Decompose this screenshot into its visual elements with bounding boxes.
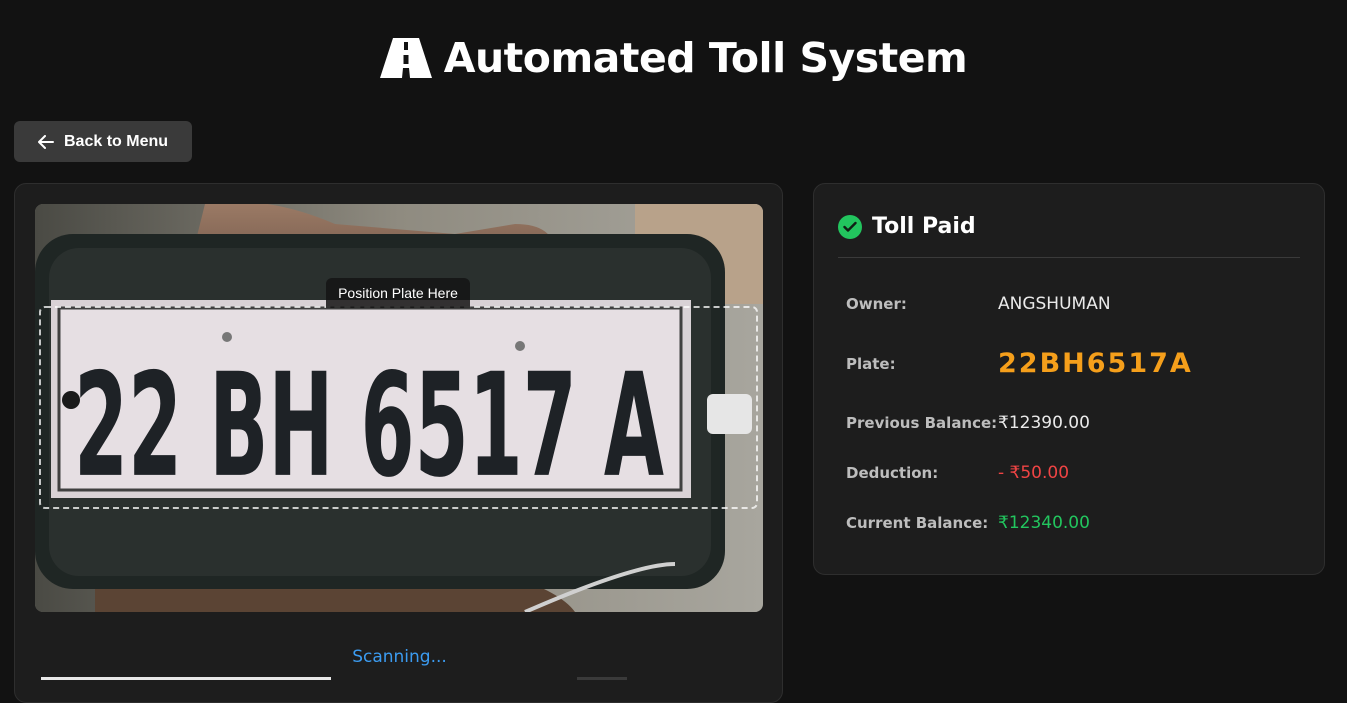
deduction-value: - ₹50.00 <box>998 463 1070 483</box>
camera-feed: 22 BH 6517 A Position Plate Here <box>35 204 763 612</box>
plate-row: Plate: 22BH6517A <box>846 348 1306 379</box>
page-header: Automated Toll System <box>0 28 1347 88</box>
result-header: Toll Paid <box>838 214 976 239</box>
owner-row: Owner: ANGSHUMAN <box>846 294 1306 314</box>
current-balance-value: ₹12340.00 <box>998 513 1090 533</box>
deduction-row: Deduction: - ₹50.00 <box>846 463 1306 483</box>
plate-value: 22BH6517A <box>998 348 1193 379</box>
scanner-card: 22 BH 6517 A Position Plate Here Scannin… <box>14 183 783 703</box>
arrow-left-icon <box>38 134 54 149</box>
owner-value: ANGSHUMAN <box>998 294 1111 314</box>
deduction-label: Deduction: <box>846 464 939 482</box>
page-title: Automated Toll System <box>443 34 968 82</box>
guide-label: Position Plate Here <box>326 278 470 308</box>
divider <box>838 257 1300 258</box>
current-balance-label: Current Balance: <box>846 514 989 532</box>
scan-status: Scanning... <box>352 647 447 667</box>
back-button-label: Back to Menu <box>64 132 169 150</box>
check-circle-icon <box>838 214 862 239</box>
back-to-menu-button[interactable]: Back to Menu <box>14 121 192 162</box>
plate-label: Plate: <box>846 354 896 373</box>
plate-scan-guide <box>39 306 758 509</box>
result-title: Toll Paid <box>872 214 976 239</box>
toll-result-card: Toll Paid Owner: ANGSHUMAN Plate: 22BH65… <box>813 183 1325 575</box>
previous-balance-value: ₹12390.00 <box>998 413 1090 433</box>
current-balance-row: Current Balance: ₹12340.00 <box>846 513 1306 533</box>
previous-balance-label: Previous Balance: <box>846 414 998 432</box>
owner-label: Owner: <box>846 295 907 313</box>
road-icon <box>379 38 432 78</box>
previous-balance-row: Previous Balance: ₹12390.00 <box>846 413 1306 433</box>
